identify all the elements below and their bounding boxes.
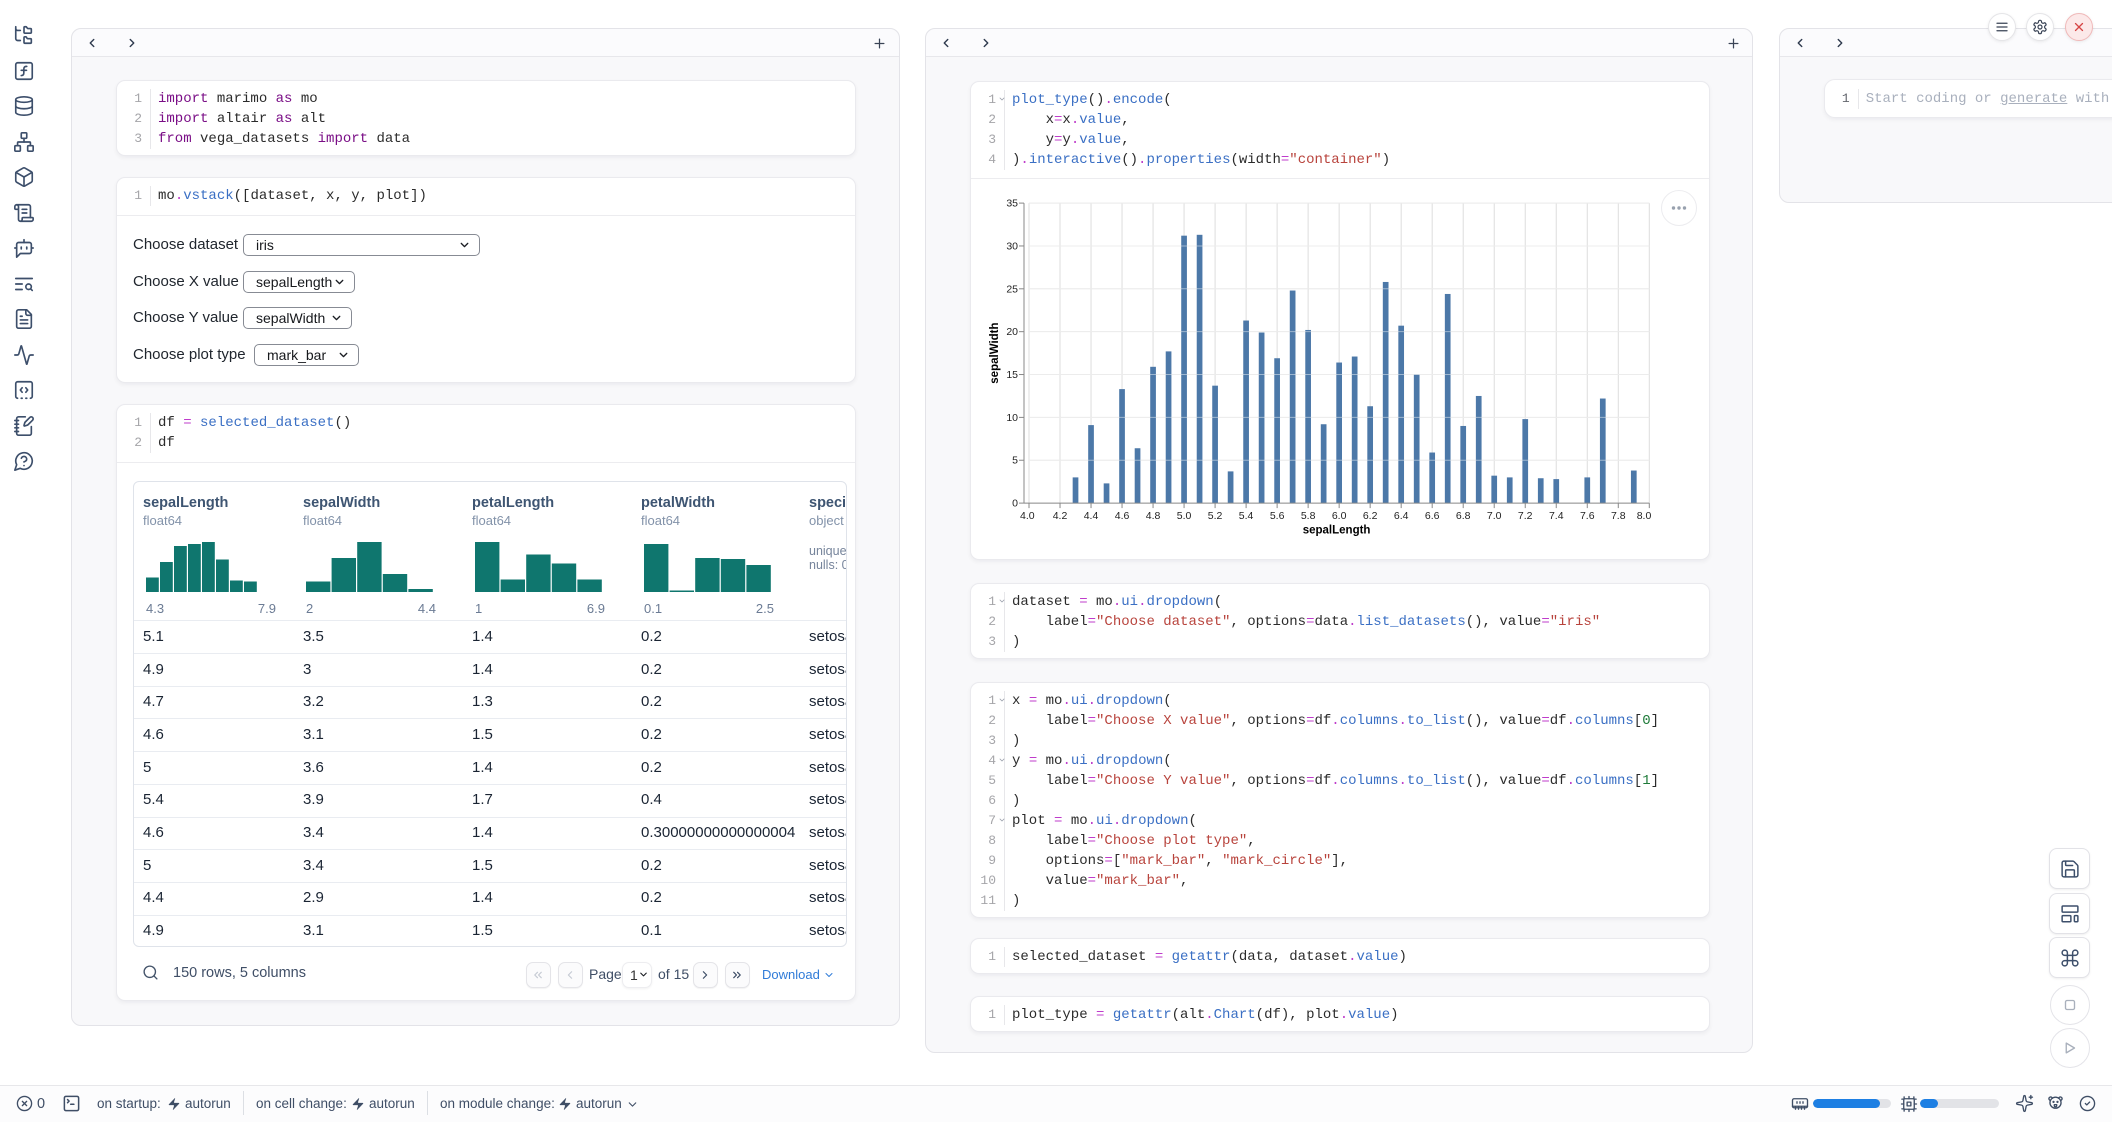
svg-text:4.0: 4.0	[1020, 510, 1035, 522]
svg-text:6.4: 6.4	[1394, 510, 1409, 522]
svg-text:7.8: 7.8	[1611, 510, 1626, 522]
svg-text:30: 30	[1006, 240, 1018, 252]
svg-text:5.0: 5.0	[1177, 510, 1192, 522]
svg-text:5: 5	[1012, 455, 1018, 467]
svg-text:7.0: 7.0	[1487, 510, 1502, 522]
svg-text:sepalWidth: sepalWidth	[989, 322, 1001, 383]
svg-text:15: 15	[1006, 369, 1018, 381]
svg-text:7.2: 7.2	[1518, 510, 1533, 522]
svg-text:sepalLength: sepalLength	[1303, 525, 1371, 537]
svg-text:8.0: 8.0	[1637, 510, 1652, 522]
svg-text:6.6: 6.6	[1425, 510, 1440, 522]
svg-text:6.2: 6.2	[1363, 510, 1378, 522]
svg-text:6.0: 6.0	[1332, 510, 1347, 522]
svg-text:4.6: 4.6	[1115, 510, 1130, 522]
svg-text:5.4: 5.4	[1239, 510, 1254, 522]
svg-text:5.2: 5.2	[1208, 510, 1223, 522]
svg-text:4.2: 4.2	[1053, 510, 1068, 522]
svg-text:10: 10	[1006, 412, 1018, 424]
svg-text:20: 20	[1006, 326, 1018, 338]
svg-text:0: 0	[1012, 498, 1018, 510]
svg-text:7.4: 7.4	[1549, 510, 1564, 522]
svg-text:25: 25	[1006, 283, 1018, 295]
svg-text:35: 35	[1006, 198, 1018, 210]
svg-text:5.6: 5.6	[1270, 510, 1285, 522]
svg-text:6.8: 6.8	[1456, 510, 1471, 522]
svg-text:4.8: 4.8	[1146, 510, 1161, 522]
svg-text:7.6: 7.6	[1580, 510, 1595, 522]
svg-text:4.4: 4.4	[1084, 510, 1099, 522]
svg-text:5.8: 5.8	[1301, 510, 1316, 522]
